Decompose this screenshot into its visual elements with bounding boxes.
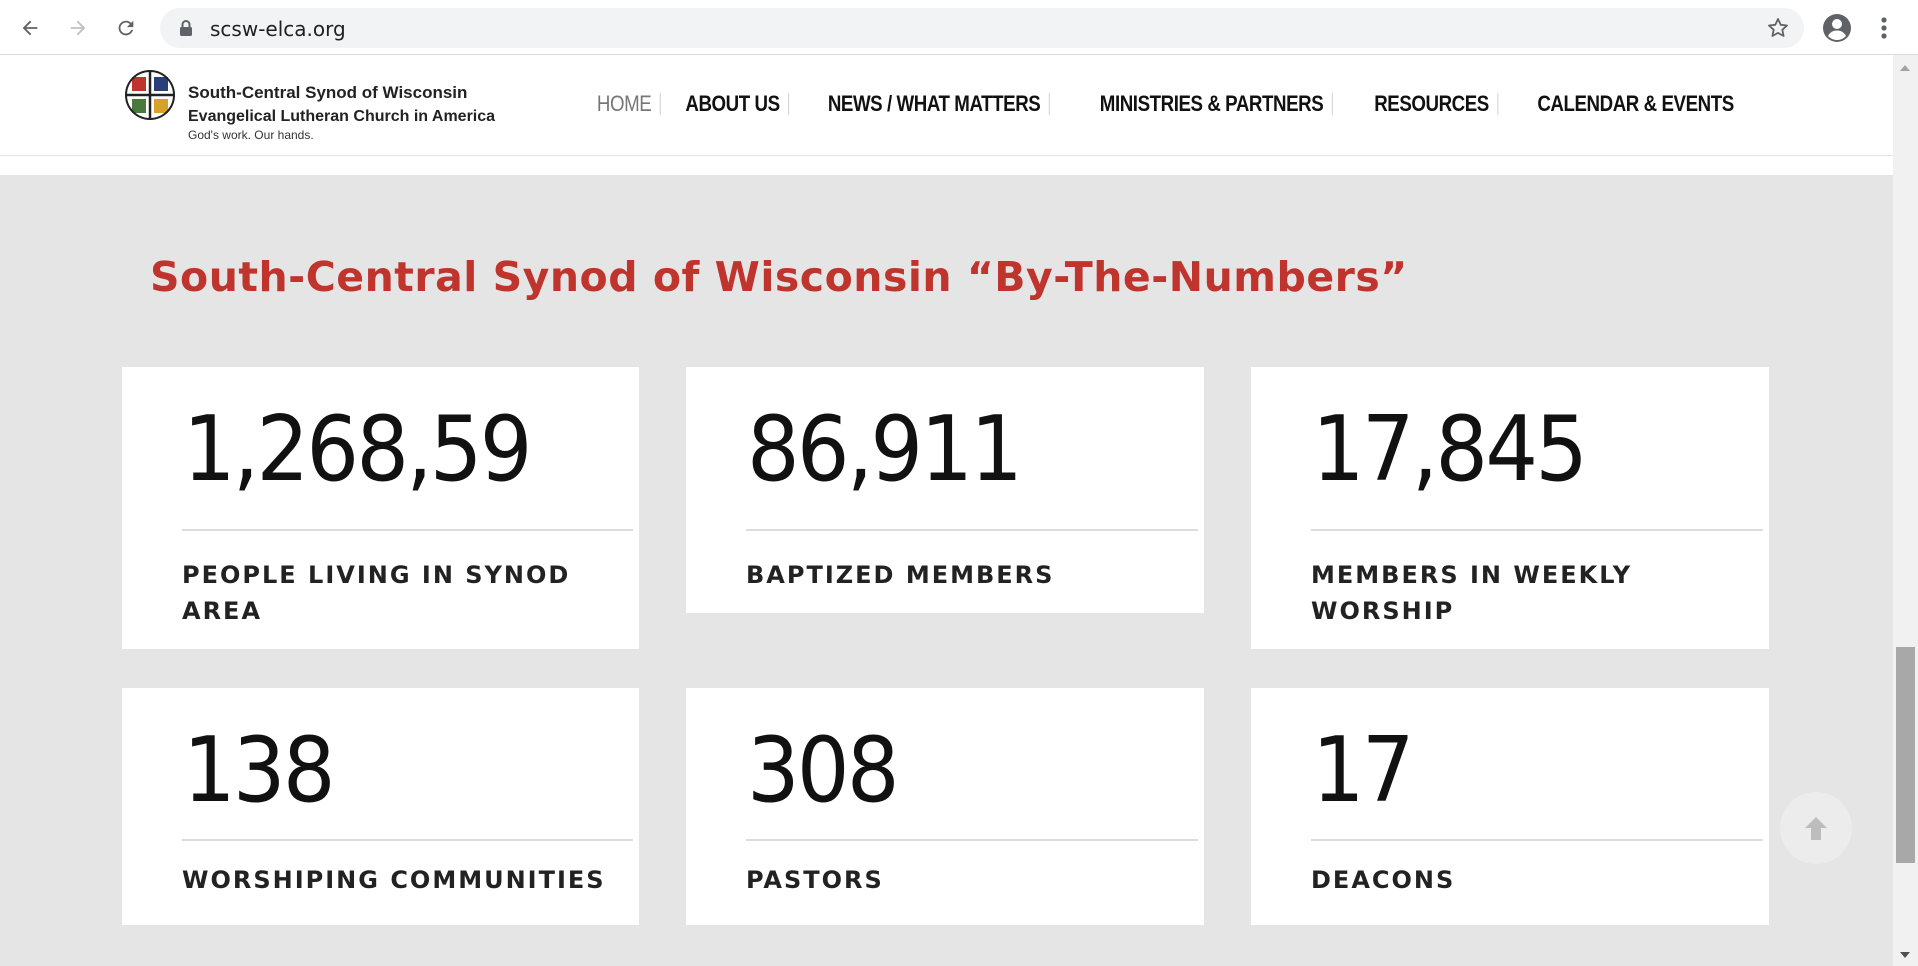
back-to-top-button[interactable] [1780,792,1852,864]
divider [746,529,1198,531]
divider [182,839,633,841]
site-header: South-Central Synod of Wisconsin Evangel… [0,55,1893,156]
back-arrow-icon[interactable] [12,10,48,46]
scroll-down-icon[interactable] [1900,952,1910,958]
menu-icon[interactable] [1870,12,1898,44]
nav-about-us[interactable]: ABOUT US [677,93,790,115]
stat-card: 308 PASTORS [686,688,1204,925]
arrow-up-icon [1805,817,1827,840]
browser-toolbar: scsw-elca.org [0,0,1918,55]
stat-label-line: BAPTIZED MEMBERS [746,561,1055,589]
stat-label: BAPTIZED MEMBERS [746,557,1054,593]
main-nav: HOME ABOUT US NEWS / WHAT MATTERS MINIST… [582,93,1761,115]
stat-card: 1,268,59 PEOPLE LIVING IN SYNOD AREA [122,367,639,649]
lock-icon [180,20,192,36]
nav-home[interactable]: HOME [589,93,661,115]
scroll-up-icon[interactable] [1900,65,1910,71]
stat-label-line: PASTORS [746,866,884,894]
divider [1311,839,1763,841]
stat-value: 17,845 [1312,397,1588,502]
stat-label: DEACONS [1311,862,1455,898]
brand-text[interactable]: South-Central Synod of Wisconsin Evangel… [188,83,495,142]
divider [1311,529,1763,531]
nav-news[interactable]: NEWS / WHAT MATTERS [819,93,1050,115]
stat-label-line: AREA [182,597,263,625]
stat-value: 308 [747,718,900,823]
stat-value: 138 [183,718,336,823]
divider [182,529,633,531]
stat-label-line: DEACONS [1311,866,1456,894]
nav-resources[interactable]: RESOURCES [1366,93,1499,115]
page-scrollbar[interactable] [1893,55,1918,966]
stat-label-line: WORSHIP [1311,597,1455,625]
stat-value: 86,911 [747,397,1023,502]
stat-label-line: MEMBERS IN WEEKLY [1311,561,1633,589]
brand-name: South-Central Synod of Wisconsin [188,83,468,102]
stat-value: 1,268,59 [183,397,532,502]
address-bar[interactable]: scsw-elca.org [160,8,1804,48]
url-text[interactable]: scsw-elca.org [210,17,346,41]
profile-icon[interactable] [1821,12,1853,44]
stat-label: WORSHIPING COMMUNITIES [182,862,606,898]
stat-card: 138 WORSHIPING COMMUNITIES [122,688,639,925]
stat-label: PASTORS [746,862,884,898]
star-icon[interactable] [1766,16,1790,40]
brand-tagline: God's work. Our hands. [188,128,314,142]
stat-label-line: PEOPLE LIVING IN SYNOD [182,561,571,589]
brand-church: Evangelical Lutheran Church in America [188,108,496,125]
stat-value: 17 [1312,718,1415,823]
scrollbar-thumb[interactable] [1896,647,1915,863]
numbers-section: South-Central Synod of Wisconsin “By-The… [0,175,1893,966]
elca-logo-icon[interactable] [124,69,176,121]
divider [746,839,1198,841]
stat-card: 86,911 BAPTIZED MEMBERS [686,367,1204,613]
forward-arrow-icon[interactable] [60,10,96,46]
stat-card: 17 DEACONS [1251,688,1769,925]
section-title: South-Central Synod of Wisconsin “By-The… [150,253,1408,301]
stat-label: MEMBERS IN WEEKLY WORSHIP [1311,557,1632,629]
stat-label-line: WORSHIPING COMMUNITIES [182,866,606,894]
reload-icon[interactable] [108,10,144,46]
nav-calendar[interactable]: CALENDAR & EVENTS [1529,93,1742,115]
stat-label: PEOPLE LIVING IN SYNOD AREA [182,557,570,629]
stat-card: 17,845 MEMBERS IN WEEKLY WORSHIP [1251,367,1769,649]
nav-ministries[interactable]: MINISTRIES & PARTNERS [1091,93,1333,115]
